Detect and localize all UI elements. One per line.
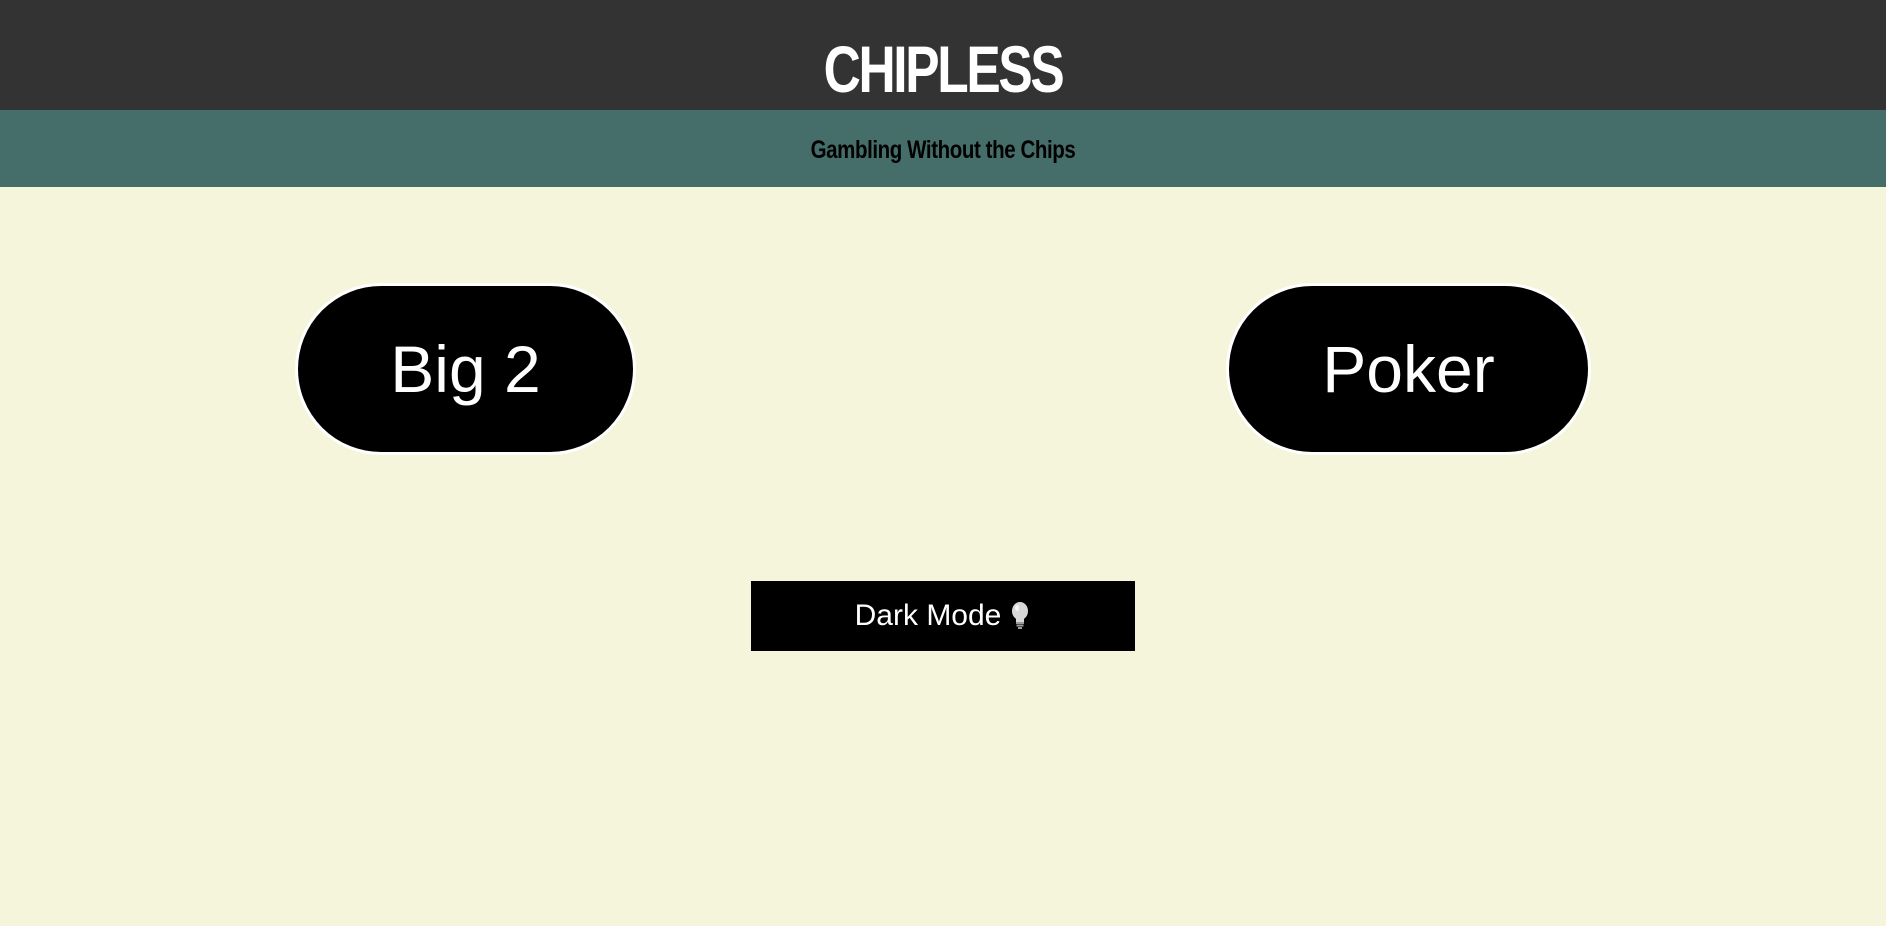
light-bulb-icon — [1009, 601, 1031, 631]
tagline: Gambling Without the Chips — [810, 136, 1076, 164]
dark-mode-label: Dark Mode — [854, 599, 1002, 632]
tagline-banner: Gambling Without the Chips — [0, 110, 1886, 187]
poker-button-label: Poker — [1322, 332, 1495, 406]
big-2-button-label: Big 2 — [390, 332, 541, 406]
dark-mode-button[interactable]: Dark Mode — [751, 581, 1135, 651]
poker-button[interactable]: Poker — [1226, 283, 1591, 455]
site-header: CHIPLESS — [0, 0, 1886, 110]
big-2-button[interactable]: Big 2 — [295, 283, 636, 455]
site-title: CHIPLESS — [823, 32, 1065, 106]
